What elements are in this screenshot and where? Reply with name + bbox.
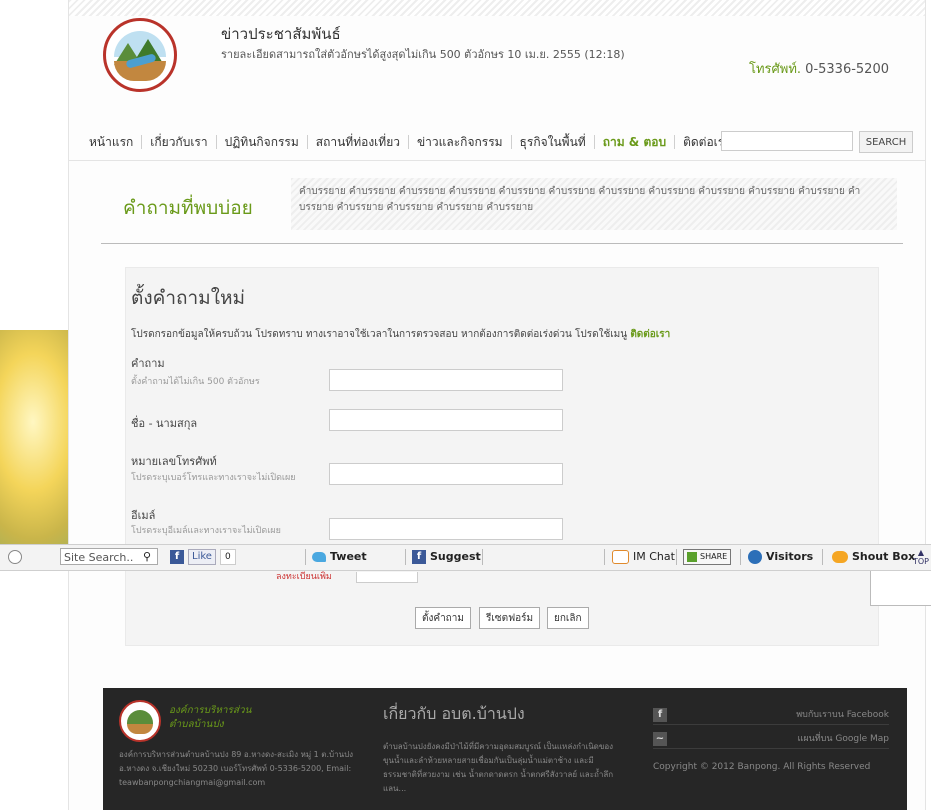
name-label: ชื่อ - นามสกุล xyxy=(131,417,198,430)
bottom-toolbar: Site Search.. ⚲ f Like 0 Tweet f Suggest… xyxy=(0,544,931,571)
facebook-link[interactable]: พบกับเราบน Facebook xyxy=(653,706,889,725)
shout-box-label: Shout Box xyxy=(852,550,916,563)
page-container: ข่าวประชาสัมพันธ์ รายละเอียดสามารถใส่ตัว… xyxy=(68,0,926,810)
partial-field-label: ลงทะเบียนเพิ่ม xyxy=(276,572,332,582)
side-tab xyxy=(870,569,931,606)
search-icon[interactable]: ⚲ xyxy=(143,548,151,565)
question-input[interactable] xyxy=(329,369,563,391)
faq-title: คำถามที่พบบ่อย xyxy=(123,197,253,219)
site-logo[interactable] xyxy=(103,18,177,92)
section-divider xyxy=(101,243,903,244)
shout-icon xyxy=(832,550,848,563)
chat-icon xyxy=(612,549,629,564)
share-icon xyxy=(687,551,697,562)
name-input[interactable] xyxy=(329,409,563,431)
footer-about-heading: เกี่ยวกับ อบต.บ้านปง xyxy=(383,704,525,723)
im-chat-label: IM Chat xyxy=(633,550,675,563)
email-hint: โปรดระบุอีเมล์และทางเราจะไม่เปิดเผย xyxy=(131,526,281,536)
search-input[interactable] xyxy=(721,131,853,151)
phone-field-label: หมายเลขโทรศัพท์ xyxy=(131,455,217,468)
reset-form-button[interactable]: รีเซตฟอร์ม xyxy=(479,607,541,629)
footer-logo xyxy=(119,700,161,742)
main-nav: หน้าแรก เกี่ยวกับเรา ปฏิทินกิจกรรม สถานท… xyxy=(81,128,739,156)
cancel-button[interactable]: ยกเลิก xyxy=(547,607,589,629)
top-stripe xyxy=(69,0,925,16)
top-label: TOP xyxy=(913,557,930,566)
arrow-up-icon: ▲ xyxy=(917,548,925,557)
like-count: 0 xyxy=(219,548,236,565)
im-chat-button[interactable]: IM Chat xyxy=(612,548,675,565)
nav-item-about[interactable]: เกี่ยวกับเรา xyxy=(142,135,217,149)
nav-item-news[interactable]: ข่าวและกิจกรรม xyxy=(409,135,512,149)
nav-item-home[interactable]: หน้าแรก xyxy=(81,135,143,149)
footer-about-text: ตำบลบ้านปงยังคงมีป่าไม้ที่มีความอุดมสมบู… xyxy=(383,742,614,793)
faq-description: คำบรรยาย คำบรรยาย คำบรรยาย คำบรรยาย คำบร… xyxy=(291,178,897,230)
form-heading: ตั้งคำถามใหม่ xyxy=(131,287,246,309)
footer: องค์การบริหารส่วน ตำบลบ้านปง องค์การบริห… xyxy=(103,688,907,810)
email-input[interactable] xyxy=(329,518,563,540)
tweet-button[interactable]: Tweet xyxy=(312,548,367,565)
email-label: อีเมล์ xyxy=(131,509,156,522)
partial-input[interactable] xyxy=(356,572,418,583)
nav-divider xyxy=(69,160,925,161)
facebook-icon: f xyxy=(170,549,184,564)
visitors-label: Visitors xyxy=(766,550,814,563)
footer-org-line2: ตำบลบ้านปง xyxy=(169,719,224,730)
form-note: โปรดกรอกข้อมูลให้ครบถ้วน โปรดทราบ ทางเรา… xyxy=(131,327,670,342)
phone-field-hint: โปรดระบุเบอร์โทรและทางเราจะไม่เปิดเผย xyxy=(131,473,296,483)
footer-org-line1: องค์การบริหารส่วน xyxy=(169,705,252,716)
form-note-text: โปรดกรอกข้อมูลให้ครบถ้วน โปรดทราบ ทางเรา… xyxy=(131,329,628,340)
contact-link[interactable]: ติดต่อเรา xyxy=(630,329,670,340)
site-title: ข่าวประชาสัมพันธ์ xyxy=(221,25,341,43)
suggest-button[interactable]: f Suggest xyxy=(412,548,481,565)
tweet-label: Tweet xyxy=(330,550,367,563)
toolbar-menu-icon[interactable] xyxy=(8,550,22,564)
suggest-label: Suggest xyxy=(430,550,481,563)
footer-org-name: องค์การบริหารส่วน ตำบลบ้านปง xyxy=(169,704,251,732)
phone-info: โทรศัพท์. 0-5336-5200 xyxy=(749,58,889,79)
back-to-top-button[interactable]: ▲ TOP xyxy=(913,548,929,566)
footer-address: องค์การบริหารส่วนตำบลบ้านปง 89 อ.หางดง-ส… xyxy=(119,750,354,787)
footer-copyright: Copyright © 2012 Banpong. All Rights Res… xyxy=(653,762,871,772)
question-hint: ตั้งคำถามได้ไม่เกิน 500 ตัวอักษร xyxy=(131,377,260,387)
question-form-panel xyxy=(125,267,879,646)
nav-item-qa[interactable]: ถาม & ตอบ xyxy=(595,135,676,149)
nav-item-business[interactable]: ธุรกิจในพื้นที่ xyxy=(512,135,595,149)
globe-icon xyxy=(748,549,762,564)
visitors-button[interactable]: Visitors xyxy=(748,548,813,565)
nav-item-attractions[interactable]: สถานที่ท่องเที่ยว xyxy=(308,135,409,149)
share-button[interactable]: SHARE xyxy=(683,548,732,565)
facebook-icon: f xyxy=(412,549,426,564)
phone-label: โทรศัพท์. xyxy=(748,62,802,77)
share-label: SHARE xyxy=(700,551,728,561)
like-label: Like xyxy=(188,548,216,565)
submit-question-button[interactable]: ตั้งคำถาม xyxy=(415,607,471,629)
phone-number: 0-5336-5200 xyxy=(805,62,889,77)
twitter-icon xyxy=(312,551,326,562)
google-map-link[interactable]: แผนที่บน Google Map xyxy=(653,730,889,749)
shout-box-button[interactable]: Shout Box xyxy=(832,548,915,565)
search-button[interactable]: SEARCH xyxy=(859,131,913,153)
like-button[interactable]: f Like 0 xyxy=(170,548,236,565)
nav-item-calendar[interactable]: ปฏิทินกิจกรรม xyxy=(217,135,308,149)
site-subtitle: รายละเอียดสามารถใส่ตัวอักษรได้สูงสุดไม่เ… xyxy=(221,48,625,61)
phone-input[interactable] xyxy=(329,463,563,485)
question-label: คำถาม xyxy=(131,357,165,370)
